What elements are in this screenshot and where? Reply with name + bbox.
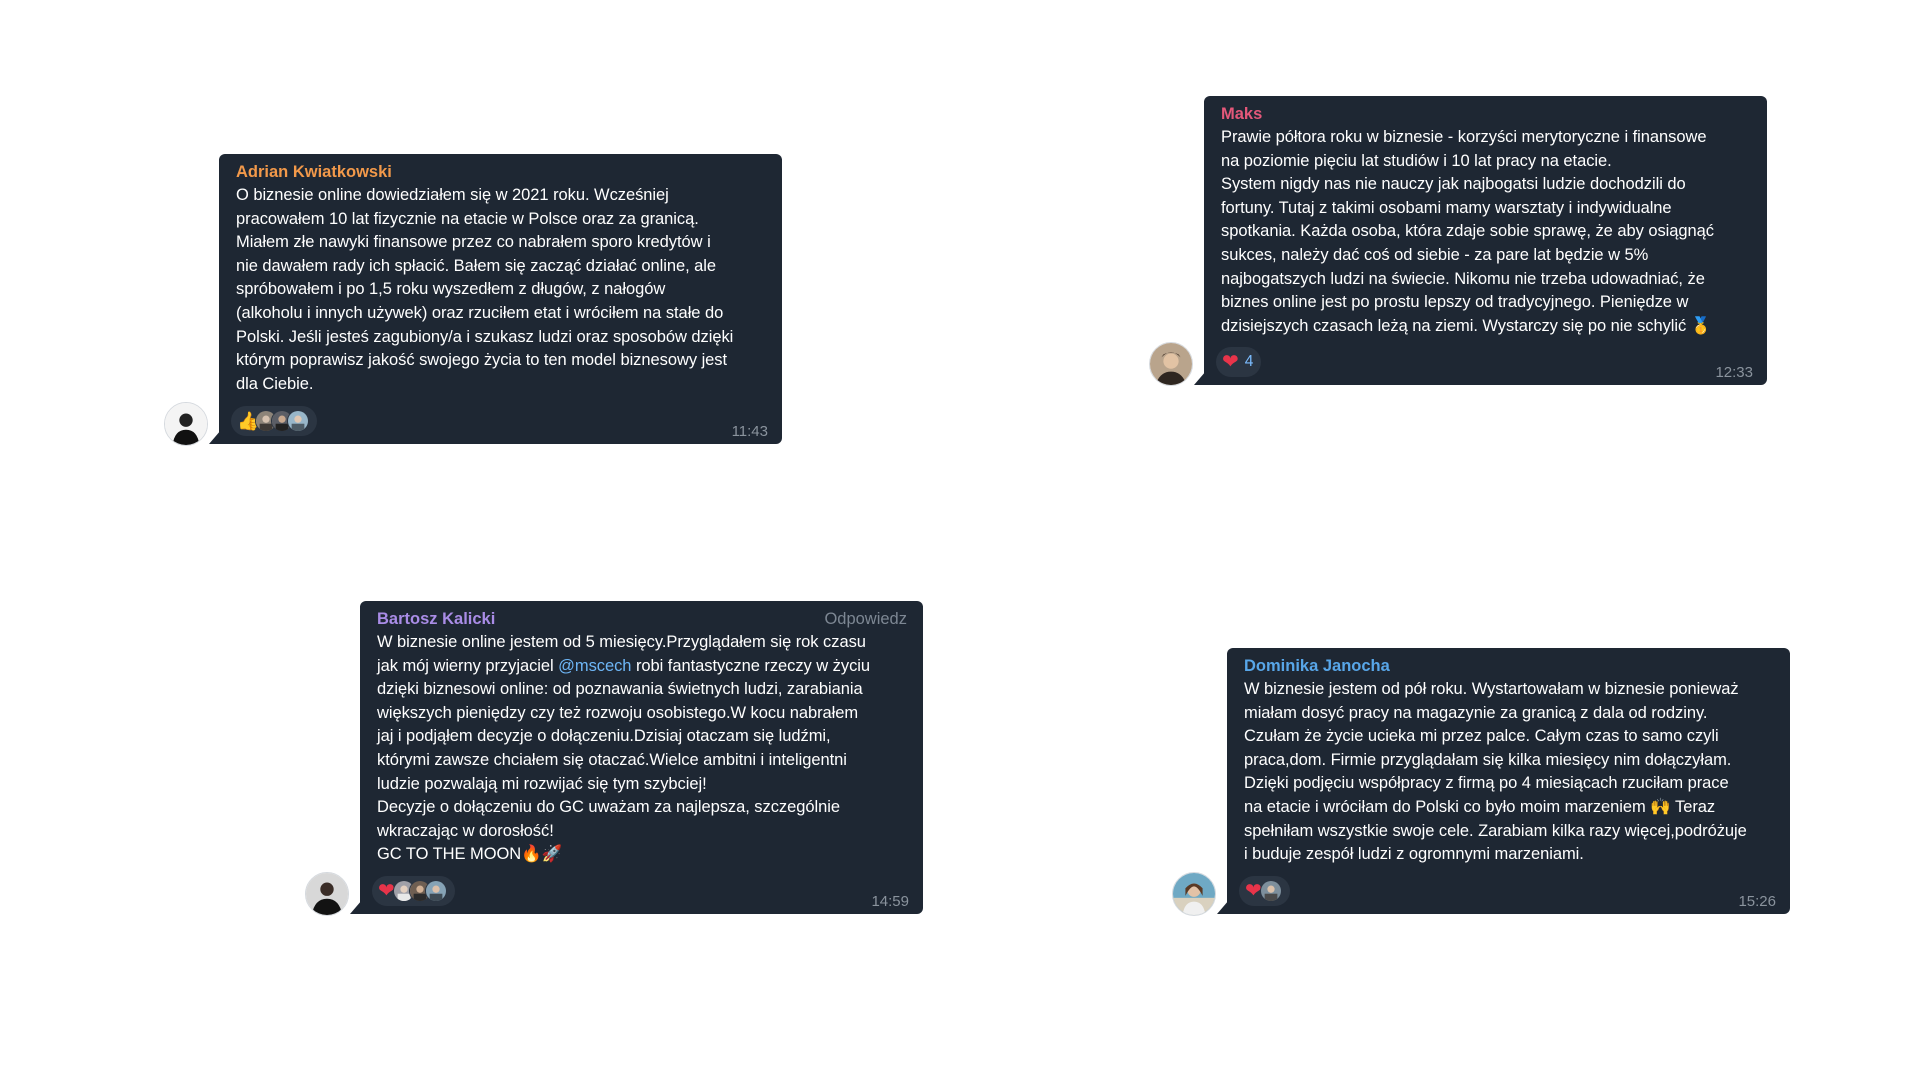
message-bubble[interactable]: Maks Prawie półtora roku w biznesie - ko… [1194, 96, 1767, 385]
reactor-avatar [424, 880, 447, 902]
reactor-avatar [1259, 880, 1282, 902]
avatar[interactable] [164, 402, 208, 446]
message-text: W biznesie jestem od pół roku. Wystartow… [1244, 680, 1747, 864]
message-time: 14:59 [871, 893, 909, 910]
message-bubble[interactable]: Bartosz Kalicki Odpowiedz W biznesie onl… [350, 601, 923, 914]
user-mention-link[interactable]: @mscech [558, 657, 631, 675]
avatar[interactable] [305, 872, 349, 916]
reactions[interactable]: ❤ [1239, 876, 1290, 906]
message-bubble[interactable]: Adrian Kwiatkowski O biznesie online dow… [209, 154, 782, 444]
message-time: 15:26 [1738, 893, 1776, 910]
bubble-tail [1217, 900, 1229, 914]
reactor-avatar [287, 410, 310, 432]
heart-icon: ❤ [1222, 351, 1239, 373]
reactions[interactable]: ❤ [372, 876, 455, 906]
message-time: 11:43 [731, 423, 768, 440]
message-text: Prawie półtora roku w biznesie - korzyśc… [1221, 128, 1714, 335]
reactions[interactable]: 👍 [231, 406, 318, 436]
message-bubble[interactable]: Dominika Janocha W biznesie jestem od pó… [1217, 648, 1790, 914]
reaction-count: 4 [1244, 353, 1254, 370]
message-time: 12:33 [1715, 364, 1753, 381]
bubble-tail [350, 900, 362, 914]
reply-button[interactable]: Odpowiedz [824, 610, 907, 629]
message-text: W biznesie online jestem od 5 miesięcy.P… [377, 633, 871, 864]
bubble-tail [1194, 371, 1206, 385]
bubble-tail [209, 430, 221, 444]
message-text: O biznesie online dowiedziałem się w 202… [236, 186, 734, 393]
sender-name[interactable]: Adrian Kwiatkowski [236, 162, 766, 183]
sender-name[interactable]: Maks [1221, 104, 1751, 125]
avatar[interactable] [1172, 872, 1216, 916]
avatar[interactable] [1149, 342, 1193, 386]
sender-name[interactable]: Dominika Janocha [1244, 656, 1774, 677]
reactions[interactable]: ❤ 4 [1216, 347, 1262, 377]
